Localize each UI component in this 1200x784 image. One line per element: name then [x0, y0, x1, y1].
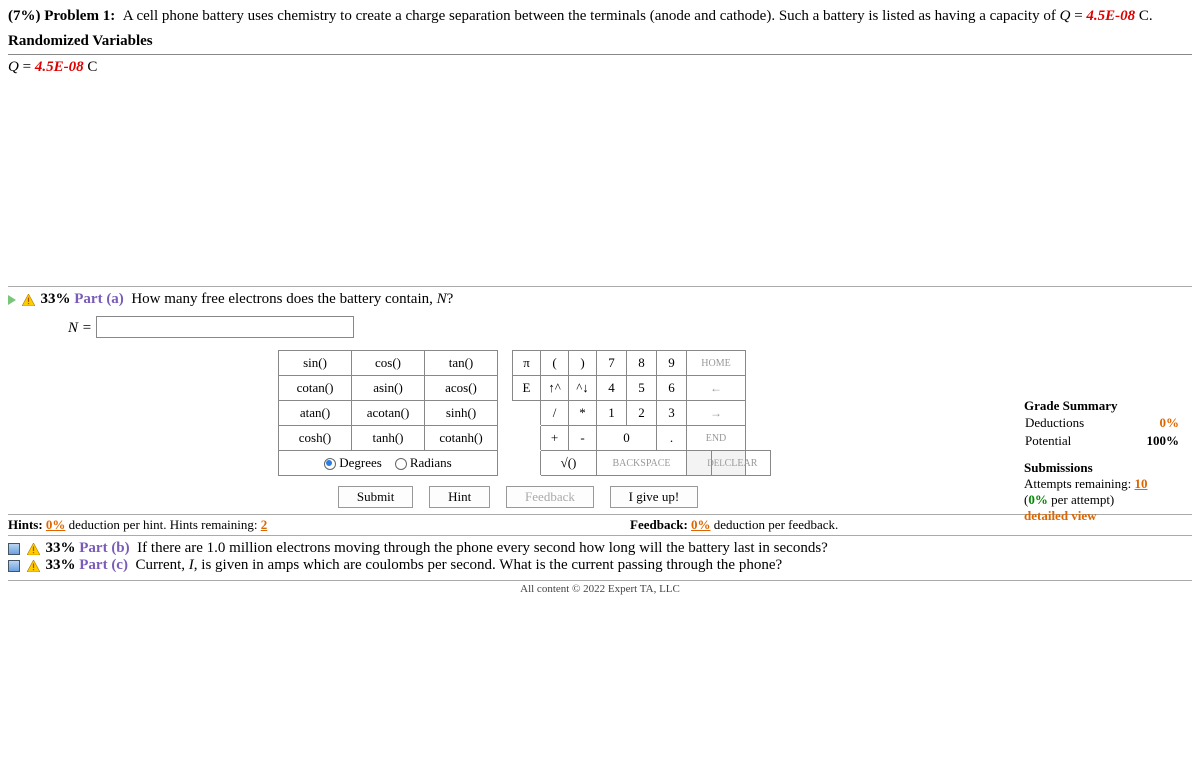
key-dot[interactable]: .	[657, 426, 687, 451]
deductions-value: 0%	[1124, 414, 1180, 432]
key-plus[interactable]: +	[541, 426, 569, 451]
key-7[interactable]: 7	[597, 351, 627, 376]
key-1[interactable]: 1	[597, 401, 627, 426]
key-9[interactable]: 9	[657, 351, 687, 376]
expand-box-icon[interactable]	[8, 560, 20, 572]
divider	[8, 54, 1192, 55]
warning-icon	[27, 560, 40, 572]
expand-box-icon[interactable]	[8, 543, 20, 555]
footer-copyright: All content © 2022 Expert TA, LLC	[8, 580, 1192, 595]
value-Q: 4.5E-08	[1086, 8, 1135, 24]
submissions-title: Submissions	[1024, 460, 1180, 476]
key-end[interactable]: END	[687, 426, 746, 451]
key-tan[interactable]: tan()	[425, 351, 498, 376]
problem-number: Problem 1:	[44, 8, 115, 24]
key-minus[interactable]: -	[569, 426, 597, 451]
key-slash[interactable]: /	[541, 401, 569, 426]
action-buttons: Submit Hint Feedback I give up!	[258, 486, 778, 508]
key-asin[interactable]: asin()	[352, 376, 425, 401]
warning-icon	[22, 294, 35, 306]
attempts-remaining: Attempts remaining: 10	[1024, 476, 1180, 492]
submit-button[interactable]: Submit	[338, 486, 414, 508]
key-exp-up[interactable]: ↑^	[541, 376, 569, 401]
grade-summary-title: Grade Summary	[1024, 398, 1180, 414]
deductions-label: Deductions	[1024, 414, 1124, 432]
part-a-percent: 33%	[41, 291, 71, 307]
key-acos[interactable]: acos()	[425, 376, 498, 401]
per-attempt: (0% per attempt)	[1024, 492, 1180, 508]
randomized-variables-heading: Randomized Variables	[8, 33, 1192, 50]
hints-feedback-row: Hints: 0% deduction per hint. Hints rema…	[8, 514, 1192, 536]
warning-icon	[27, 543, 40, 555]
part-a-label: Part (a)	[74, 291, 124, 307]
part-a-question: How many free electrons does the battery…	[131, 291, 436, 307]
key-rparen[interactable]: )	[569, 351, 597, 376]
potential-label: Potential	[1024, 432, 1124, 450]
key-cotanh[interactable]: cotanh()	[425, 426, 498, 451]
var-Q: Q	[1060, 8, 1071, 24]
key-atan[interactable]: atan()	[279, 401, 352, 426]
radio-radians[interactable]: Radians	[395, 455, 452, 470]
key-E[interactable]: E	[513, 376, 541, 401]
key-home[interactable]: HOME	[687, 351, 746, 376]
key-4[interactable]: 4	[597, 376, 627, 401]
problem-header: (7%) Problem 1: A cell phone battery use…	[8, 8, 1192, 25]
function-keypad: sin() cos() tan() cotan() asin() acos() …	[278, 350, 498, 476]
key-star[interactable]: *	[569, 401, 597, 426]
answer-label: N =	[68, 320, 96, 336]
disclosure-triangle-icon[interactable]	[8, 295, 16, 305]
key-3[interactable]: 3	[657, 401, 687, 426]
key-left[interactable]: ←	[687, 376, 746, 401]
key-exp-down[interactable]: ^↓	[569, 376, 597, 401]
key-acotan[interactable]: acotan()	[352, 401, 425, 426]
key-sin[interactable]: sin()	[279, 351, 352, 376]
key-right[interactable]: →	[687, 401, 746, 426]
detailed-view-link[interactable]: detailed view	[1024, 508, 1180, 524]
hint-button[interactable]: Hint	[429, 486, 490, 508]
randomized-variable-line: Q = 4.5E-08 C	[8, 59, 1192, 76]
answer-row: N =	[8, 310, 1192, 344]
feedback-button[interactable]: Feedback	[506, 486, 594, 508]
giveup-button[interactable]: I give up!	[610, 486, 699, 508]
key-5[interactable]: 5	[627, 376, 657, 401]
potential-value: 100%	[1124, 432, 1180, 450]
key-sinh[interactable]: sinh()	[425, 401, 498, 426]
problem-text: A cell phone battery uses chemistry to c…	[123, 8, 1060, 24]
radio-degrees[interactable]: Degrees	[324, 455, 382, 470]
key-0[interactable]: 0	[597, 426, 657, 451]
numeric-keypad: π ( ) 7 8 9 HOME E ↑^ ^↓ 4 5 6 ←	[512, 350, 771, 476]
key-lparen[interactable]: (	[541, 351, 569, 376]
part-a-row: 33% Part (a) How many free electrons doe…	[8, 286, 1192, 310]
hints-info: Hints: 0% deduction per hint. Hints rema…	[8, 517, 570, 533]
key-2[interactable]: 2	[627, 401, 657, 426]
key-cosh[interactable]: cosh()	[279, 426, 352, 451]
key-cos[interactable]: cos()	[352, 351, 425, 376]
part-c-row[interactable]: 33% Part (c) Current, I, is given in amp…	[8, 557, 1192, 574]
key-pi[interactable]: π	[513, 351, 541, 376]
key-cotan[interactable]: cotan()	[279, 376, 352, 401]
problem-weight: (7%)	[8, 8, 41, 24]
part-b-row[interactable]: 33% Part (b) If there are 1.0 million el…	[8, 540, 1192, 557]
answer-input[interactable]	[96, 316, 354, 338]
key-tanh[interactable]: tanh()	[352, 426, 425, 451]
key-8[interactable]: 8	[627, 351, 657, 376]
grade-summary-panel: Grade Summary Deductions0% Potential100%…	[1024, 398, 1180, 524]
key-6[interactable]: 6	[657, 376, 687, 401]
